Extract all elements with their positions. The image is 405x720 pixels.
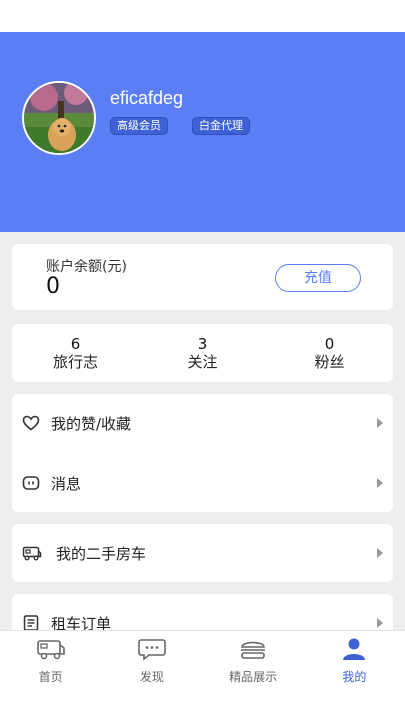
menu-group-2: 我的二手房车 (12, 524, 393, 582)
burger-icon (241, 641, 266, 659)
menu-item-messages-label: 消息 (51, 475, 82, 493)
heart-icon (22, 415, 40, 431)
stat-following-label: 关注 (187, 353, 218, 371)
rv-icon (22, 546, 42, 561)
vip-badge: 高级会员 (110, 117, 168, 135)
bottom-tab-bar: 首页 发现 精品展示 我的 (0, 630, 405, 688)
tab-discover[interactable]: 发现 (101, 631, 202, 688)
stat-fans[interactable]: 0 粉丝 (266, 324, 393, 382)
chevron-right-icon (377, 618, 383, 628)
status-bar (0, 0, 405, 32)
menu-item-likes[interactable]: 我的赞/收藏 (12, 403, 393, 443)
balance-value: 0 (46, 274, 60, 299)
menu-item-messages[interactable]: 消息 (12, 463, 393, 503)
username: eficafdeg (110, 88, 184, 108)
agent-badge: 白金代理 (192, 117, 250, 135)
order-icon (23, 615, 39, 631)
stat-travel-log[interactable]: 6 旅行志 (12, 324, 139, 382)
stat-fans-label: 粉丝 (314, 353, 345, 371)
stat-following[interactable]: 3 关注 (139, 324, 266, 382)
recharge-button[interactable]: 充值 (275, 264, 361, 292)
tab-showcase[interactable]: 精品展示 (203, 631, 304, 688)
menu-group-3: 租车订单 (12, 594, 393, 634)
rv-icon (36, 640, 65, 660)
stat-following-value: 3 (197, 335, 208, 353)
menu-group-1: 我的赞/收藏 消息 (12, 394, 393, 512)
avatar[interactable] (22, 81, 96, 155)
chevron-right-icon (377, 478, 383, 488)
tab-mine-label: 我的 (342, 670, 367, 684)
menu-item-likes-label: 我的赞/收藏 (51, 415, 132, 433)
tab-home-label: 首页 (38, 670, 63, 684)
menu-item-used-rv-label: 我的二手房车 (56, 545, 147, 563)
bottom-safe-area (0, 688, 405, 720)
stat-travel-log-value: 6 (70, 335, 81, 353)
balance-label: 账户余额(元) (46, 259, 127, 275)
tab-home[interactable]: 首页 (0, 631, 101, 688)
message-icon (22, 476, 40, 490)
stat-fans-value: 0 (324, 335, 335, 353)
chevron-right-icon (377, 548, 383, 558)
tab-discover-label: 发现 (139, 670, 164, 684)
tab-mine[interactable]: 我的 (304, 631, 405, 688)
stats-card: 6 旅行志 3 关注 0 粉丝 (12, 324, 393, 382)
user-icon (343, 638, 366, 660)
balance-card: 账户余额(元) 0 充值 (12, 244, 393, 310)
stat-travel-log-label: 旅行志 (52, 353, 98, 371)
chevron-right-icon (377, 418, 383, 428)
tab-showcase-label: 精品展示 (229, 670, 278, 684)
menu-item-used-rv[interactable]: 我的二手房车 (12, 533, 393, 573)
chat-icon (138, 639, 166, 661)
